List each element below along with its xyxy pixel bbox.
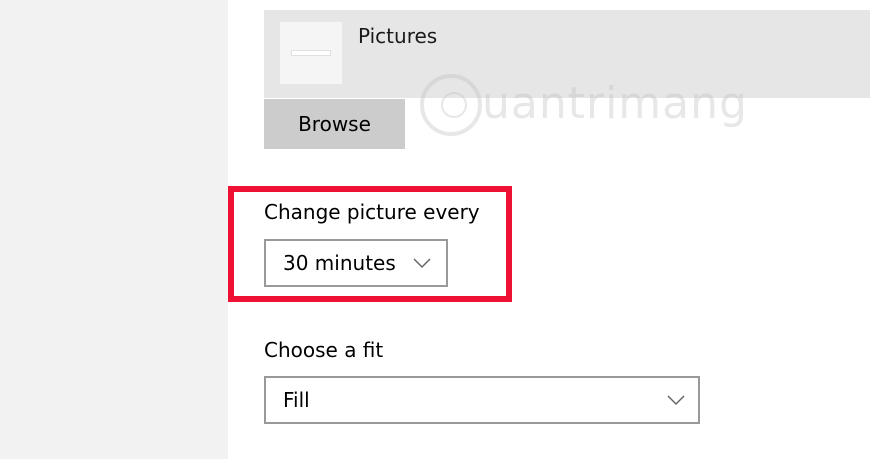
lightbulb-icon <box>441 92 467 118</box>
left-panel <box>0 0 228 459</box>
dropdown-value: Fill <box>283 388 310 412</box>
chevron-down-icon <box>667 395 685 406</box>
album-folder-label: Pictures <box>358 24 438 48</box>
watermark-logo: uantrimang <box>420 74 760 144</box>
watermark-circle-icon <box>420 74 482 136</box>
chevron-down-icon <box>413 258 431 269</box>
dropdown-value: 30 minutes <box>283 251 396 275</box>
browse-button[interactable]: Browse <box>264 99 405 149</box>
change-picture-label: Change picture every <box>264 200 480 224</box>
choose-fit-dropdown[interactable]: Fill <box>264 376 700 424</box>
watermark-text: uantrimang <box>482 78 748 129</box>
change-picture-dropdown[interactable]: 30 minutes <box>264 239 448 287</box>
picture-thumbnail-icon <box>280 22 342 84</box>
choose-fit-label: Choose a fit <box>264 338 384 362</box>
